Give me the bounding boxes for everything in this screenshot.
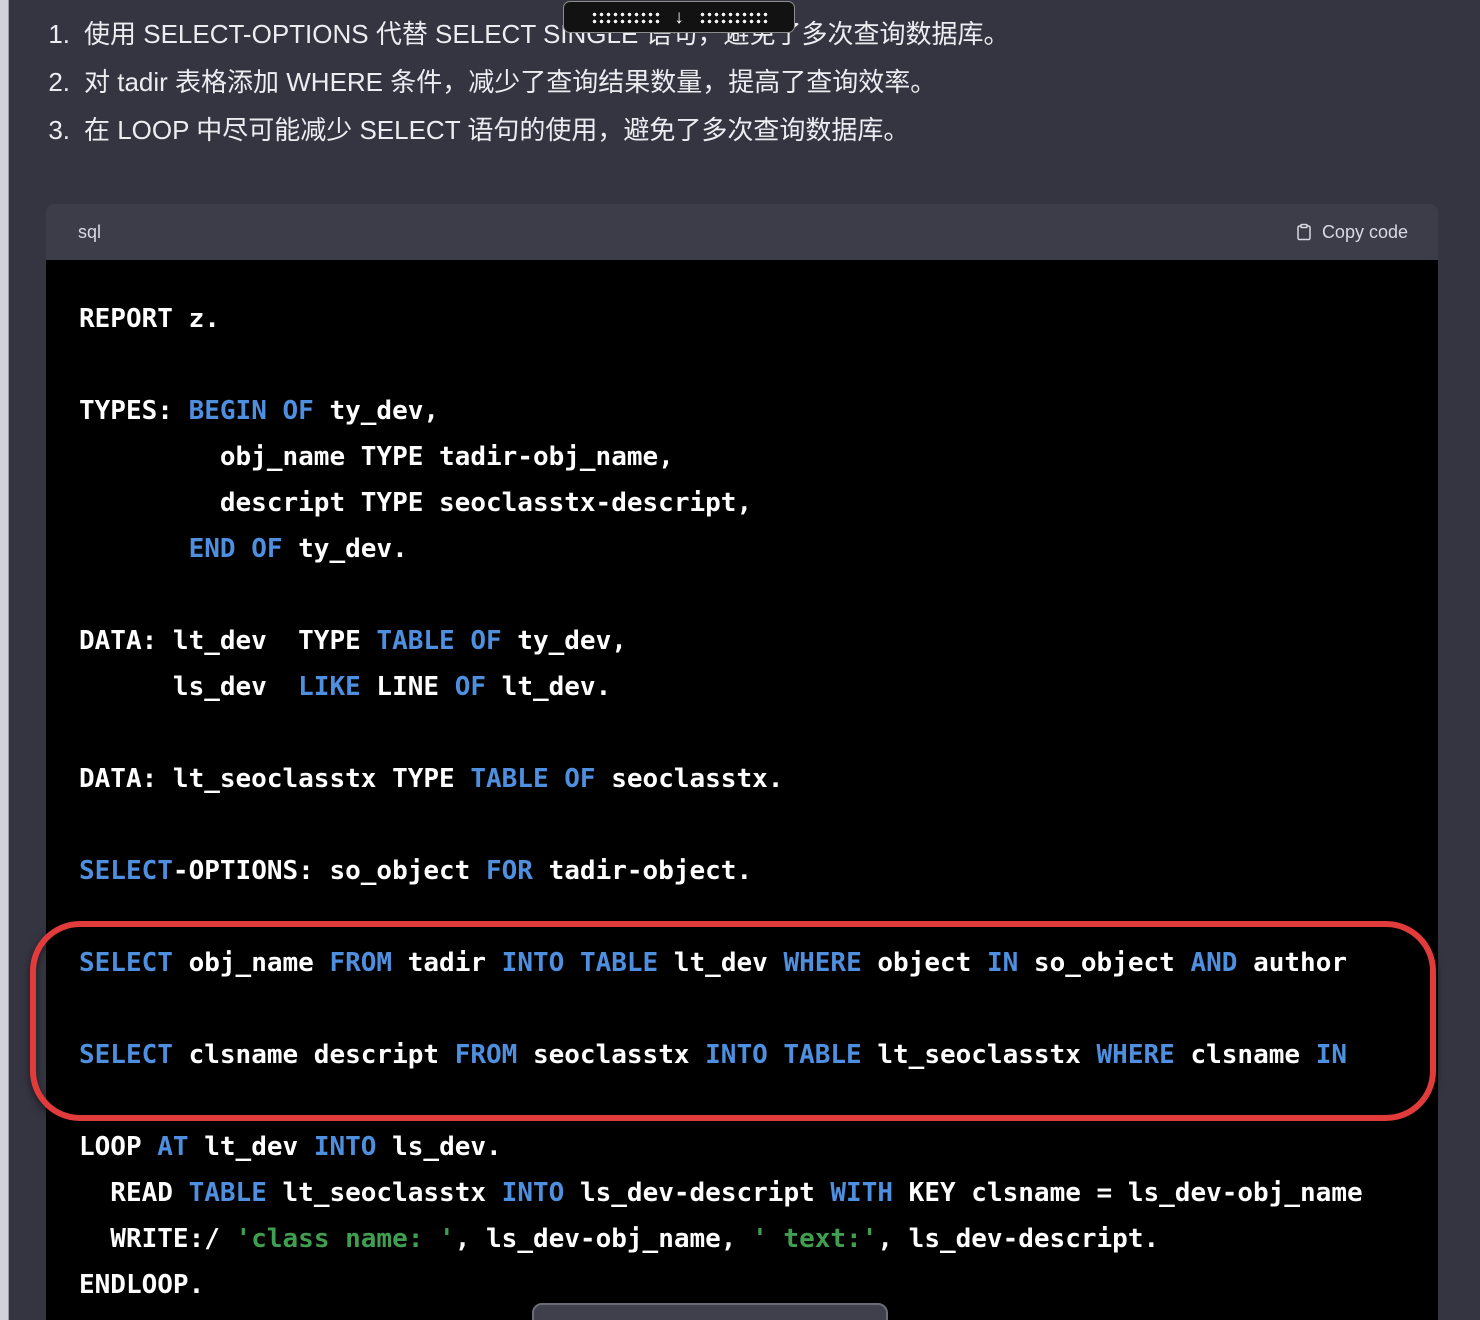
partial-overlay <box>532 1303 888 1320</box>
list-number: 3. <box>38 106 70 154</box>
code-line: LOOP AT lt_dev INTO ls_dev. <box>79 1124 1428 1170</box>
dots-left-icon <box>590 10 660 24</box>
code-line <box>79 894 1428 940</box>
screen: ↓ 1. 使用 SELECT-OPTIONS 代替 SELECT SINGLE … <box>0 0 1480 1320</box>
code-line: ls_dev LIKE LINE OF lt_dev. <box>79 664 1428 710</box>
list-text: 对 tadir 表格添加 WHERE 条件，减少了查询结果数量，提高了查询效率。 <box>84 58 936 106</box>
list-text: 使用 SELECT-OPTIONS 代替 SELECT SINGLE 语句，避免… <box>84 10 1010 58</box>
code-header: sql Copy code <box>46 204 1438 260</box>
code-line <box>79 802 1428 848</box>
dots-right-icon <box>698 10 768 24</box>
list-item: 2. 对 tadir 表格添加 WHERE 条件，减少了查询结果数量，提高了查询… <box>38 58 1448 106</box>
code-line: DATA: lt_seoclasstx TYPE TABLE OF seocla… <box>79 756 1428 802</box>
clipboard-icon <box>1295 222 1313 242</box>
code-line: DATA: lt_dev TYPE TABLE OF ty_dev, <box>79 618 1428 664</box>
code-line: SELECT-OPTIONS: so_object FOR tadir-obje… <box>79 848 1428 894</box>
code-line: TYPES: BEGIN OF ty_dev, <box>79 388 1428 434</box>
list-item: 3. 在 LOOP 中尽可能减少 SELECT 语句的使用，避免了多次查询数据库… <box>38 106 1448 154</box>
list-number: 1. <box>38 10 70 58</box>
copy-code-button[interactable]: Copy code <box>1295 222 1408 243</box>
code-line <box>79 986 1428 1032</box>
code-line: SELECT obj_name FROM tadir INTO TABLE lt… <box>79 940 1428 986</box>
code-line <box>79 710 1428 756</box>
code-content: REPORT z. TYPES: BEGIN OF ty_dev, obj_na… <box>46 260 1438 1320</box>
code-line: ENDLOOP. <box>79 1262 1428 1308</box>
window-edge <box>0 0 9 1320</box>
code-line <box>79 342 1428 388</box>
code-line <box>79 1078 1428 1124</box>
code-line: obj_name TYPE tadir-obj_name, <box>79 434 1428 480</box>
code-line: END OF ty_dev. <box>79 526 1428 572</box>
code-block: sql Copy code REPORT z. TYPES: BEGIN OF … <box>46 204 1438 1320</box>
arrow-down-icon: ↓ <box>674 8 684 27</box>
code-line: REPORT z. <box>79 296 1428 342</box>
list-text: 在 LOOP 中尽可能减少 SELECT 语句的使用，避免了多次查询数据库。 <box>84 106 909 154</box>
code-line: descript TYPE seoclasstx-descript, <box>79 480 1428 526</box>
list-number: 2. <box>38 58 70 106</box>
code-line: READ TABLE lt_seoclasstx INTO ls_dev-des… <box>79 1170 1428 1216</box>
copy-code-label: Copy code <box>1322 222 1408 243</box>
code-line: WRITE:/ 'class name: ', ls_dev-obj_name,… <box>79 1216 1428 1262</box>
scroll-indicator: ↓ <box>563 1 795 33</box>
code-line <box>79 572 1428 618</box>
code-language-label: sql <box>78 222 101 243</box>
code-line: SELECT clsname descript FROM seoclasstx … <box>79 1032 1428 1078</box>
